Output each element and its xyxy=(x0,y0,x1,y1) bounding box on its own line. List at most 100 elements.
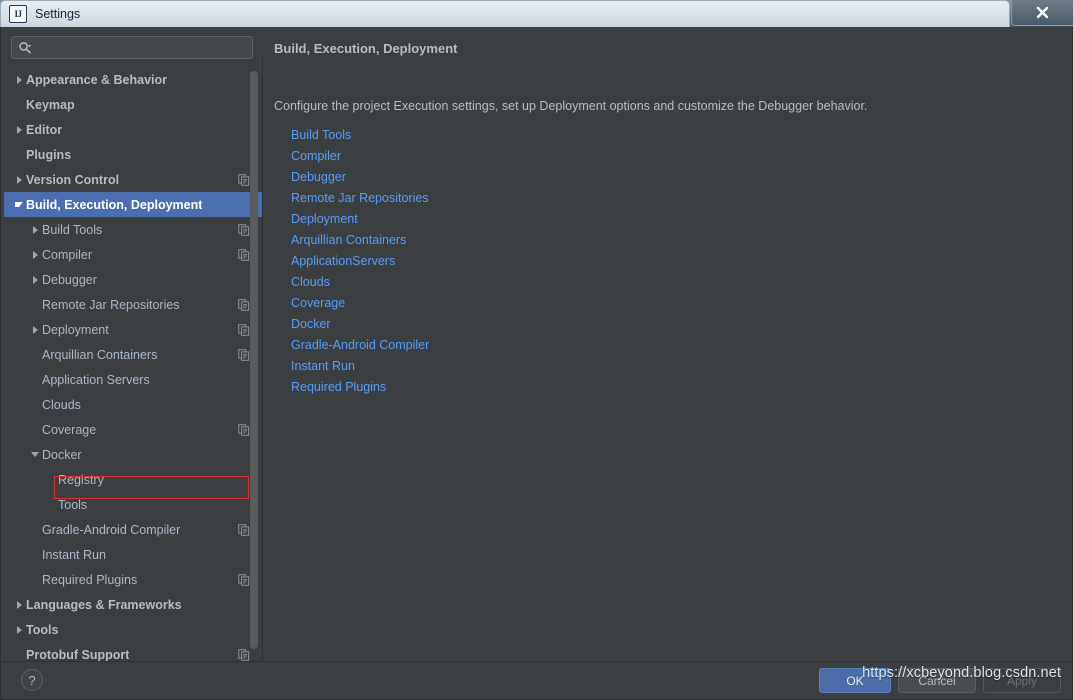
sidebar-item-docker[interactable]: Docker xyxy=(4,442,262,467)
page-title: Build, Execution, Deployment xyxy=(274,41,458,56)
content-link-debugger[interactable]: Debugger xyxy=(291,167,346,188)
sidebar-item-label: Gradle-Android Compiler xyxy=(42,522,181,537)
sidebar-item-protobuf-support[interactable]: Protobuf Support xyxy=(4,642,262,661)
expand-arrow-icon[interactable] xyxy=(12,75,26,84)
sidebar-item-build-execution-deployment[interactable]: Build, Execution, Deployment xyxy=(4,192,262,217)
sidebar-item-label: Registry xyxy=(58,472,104,487)
window-title: Settings xyxy=(35,7,81,21)
close-icon[interactable] xyxy=(1011,0,1073,26)
collapse-arrow-icon[interactable] xyxy=(12,202,26,207)
sidebar-item-label: Keymap xyxy=(26,97,75,112)
sidebar-item-label: Protobuf Support xyxy=(26,647,130,662)
sidebar-item-label: Version Control xyxy=(26,172,120,187)
search-input[interactable] xyxy=(36,40,236,55)
sidebar-item-label: Instant Run xyxy=(42,547,106,562)
project-scope-icon xyxy=(238,523,250,536)
sidebar-item-label: Editor xyxy=(26,122,63,137)
sidebar-item-coverage[interactable]: Coverage xyxy=(4,417,262,442)
sidebar-item-clouds[interactable]: Clouds xyxy=(4,392,262,417)
sidebar-item-label: Docker xyxy=(42,447,82,462)
project-scope-icon xyxy=(238,323,250,336)
sidebar-item-plugins[interactable]: Plugins xyxy=(4,142,262,167)
expand-arrow-icon[interactable] xyxy=(12,625,26,634)
sidebar-item-build-tools[interactable]: Build Tools xyxy=(4,217,262,242)
sidebar-item-arquillian-containers[interactable]: Arquillian Containers xyxy=(4,342,262,367)
sidebar-scrollbar-thumb[interactable] xyxy=(250,71,258,649)
content-link-coverage[interactable]: Coverage xyxy=(291,293,345,314)
content-link-clouds[interactable]: Clouds xyxy=(291,272,330,293)
expand-arrow-icon[interactable] xyxy=(28,250,42,259)
project-scope-icon xyxy=(238,573,250,586)
sidebar-item-label: Arquillian Containers xyxy=(42,347,158,362)
settings-window: IJ Settings Appearance & Behavior Keymap… xyxy=(0,0,1073,700)
sidebar-item-label: Tools xyxy=(58,497,88,512)
sidebar-item-label: Compiler xyxy=(42,247,93,262)
content-link-docker[interactable]: Docker xyxy=(291,314,331,335)
content-link-required-plugins[interactable]: Required Plugins xyxy=(291,377,386,398)
content-link-arquillian-containers[interactable]: Arquillian Containers xyxy=(291,230,406,251)
sidebar-divider xyxy=(262,55,263,665)
ok-button[interactable]: OK xyxy=(819,668,891,693)
content-link-gradle-android-compiler[interactable]: Gradle-Android Compiler xyxy=(291,335,429,356)
sidebar-item-label: Application Servers xyxy=(42,372,150,387)
sidebar-item-editor[interactable]: Editor xyxy=(4,117,262,142)
sidebar-item-label: Deployment xyxy=(42,322,109,337)
content-link-remote-jar-repositories[interactable]: Remote Jar Repositories xyxy=(291,188,429,209)
project-scope-icon xyxy=(238,298,250,311)
project-scope-icon xyxy=(238,423,250,436)
content-link-build-tools[interactable]: Build Tools xyxy=(291,125,351,146)
sidebar-item-label: Languages & Frameworks xyxy=(26,597,182,612)
sidebar-item-label: Plugins xyxy=(26,147,72,162)
cancel-button[interactable]: Cancel xyxy=(898,668,976,693)
sidebar-item-label: Required Plugins xyxy=(42,572,138,587)
project-scope-icon xyxy=(238,648,250,661)
sidebar-item-tools[interactable]: Tools xyxy=(4,492,262,517)
sidebar-item-deployment[interactable]: Deployment xyxy=(4,317,262,342)
sidebar-item-compiler[interactable]: Compiler xyxy=(4,242,262,267)
expand-arrow-icon[interactable] xyxy=(12,600,26,609)
expand-arrow-icon[interactable] xyxy=(12,175,26,184)
sidebar-item-label: Build Tools xyxy=(42,222,103,237)
help-icon[interactable]: ? xyxy=(21,669,43,691)
sidebar-item-required-plugins[interactable]: Required Plugins xyxy=(4,567,262,592)
sidebar-item-label: Clouds xyxy=(42,397,81,412)
settings-content-panel: Build, Execution, Deployment Configure t… xyxy=(264,29,1070,661)
expand-arrow-icon[interactable] xyxy=(28,325,42,334)
content-link-compiler[interactable]: Compiler xyxy=(291,146,341,167)
expand-arrow-icon[interactable] xyxy=(12,125,26,134)
settings-link-list: Build Tools Compiler Debugger Remote Jar Re… xyxy=(291,125,429,398)
sidebar-item-keymap[interactable]: Keymap xyxy=(4,92,262,117)
sidebar-item-tools[interactable]: Tools xyxy=(4,617,262,642)
settings-dialog-screen: IJ Settings Appearance & Behavior Keymap… xyxy=(0,0,1073,700)
sidebar-item-label: Debugger xyxy=(42,272,97,287)
settings-tree[interactable]: Appearance & Behavior Keymap Editor Plugins… xyxy=(4,67,262,661)
sidebar-item-debugger[interactable]: Debugger xyxy=(4,267,262,292)
expand-arrow-icon[interactable] xyxy=(28,225,42,234)
sidebar-item-application-servers[interactable]: Application Servers xyxy=(4,367,262,392)
page-description: Configure the project Execution settings… xyxy=(274,99,868,113)
intellij-idea-icon: IJ xyxy=(9,5,27,23)
title-bar: IJ Settings xyxy=(0,0,1010,27)
sidebar-item-registry[interactable]: Registry xyxy=(4,467,262,492)
content-link-deployment[interactable]: Deployment xyxy=(291,209,358,230)
content-link-applicationservers[interactable]: ApplicationServers xyxy=(291,251,395,272)
sidebar-item-gradle-android-compiler[interactable]: Gradle-Android Compiler xyxy=(4,517,262,542)
dialog-footer: ? OK Cancel Apply https://xcbeyond.blog.… xyxy=(2,661,1071,698)
sidebar-item-label: Tools xyxy=(26,622,59,637)
project-scope-icon xyxy=(238,223,250,236)
sidebar-item-label: Appearance & Behavior xyxy=(26,72,168,87)
sidebar-item-version-control[interactable]: Version Control xyxy=(4,167,262,192)
apply-button: Apply xyxy=(983,668,1061,693)
search-box[interactable] xyxy=(11,36,253,59)
sidebar-item-appearance-behavior[interactable]: Appearance & Behavior xyxy=(4,67,262,92)
sidebar-item-languages-frameworks[interactable]: Languages & Frameworks xyxy=(4,592,262,617)
dialog-body: Appearance & Behavior Keymap Editor Plugins… xyxy=(0,27,1073,700)
settings-sidebar: Appearance & Behavior Keymap Editor Plugins… xyxy=(4,29,262,661)
collapse-arrow-icon[interactable] xyxy=(28,452,42,457)
sidebar-item-instant-run[interactable]: Instant Run xyxy=(4,542,262,567)
sidebar-item-remote-jar-repositories[interactable]: Remote Jar Repositories xyxy=(4,292,262,317)
expand-arrow-icon[interactable] xyxy=(28,275,42,284)
project-scope-icon xyxy=(238,348,250,361)
sidebar-item-label: Build, Execution, Deployment xyxy=(26,197,203,212)
content-link-instant-run[interactable]: Instant Run xyxy=(291,356,355,377)
